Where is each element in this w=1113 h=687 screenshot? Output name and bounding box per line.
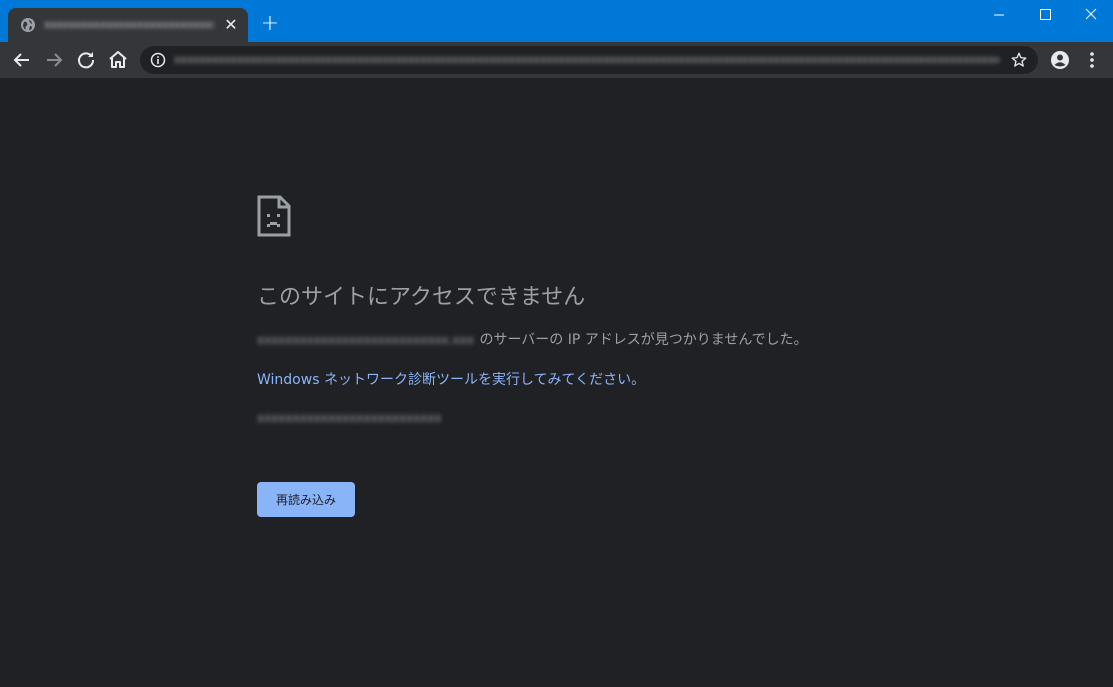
reload-button[interactable]: 再読み込み [257, 482, 355, 517]
title-bar: xxxxxxxxxxxxxxxxxxxxxxxxxxxx.xxx ✕ + [0, 0, 1113, 42]
browser-tab[interactable]: xxxxxxxxxxxxxxxxxxxxxxxxxxxx.xxx ✕ [8, 8, 248, 42]
home-icon[interactable] [106, 48, 130, 72]
back-arrow-icon[interactable] [10, 48, 34, 72]
profile-avatar-icon[interactable] [1049, 49, 1071, 71]
browser-toolbar: xxxxxxxxxxxxxxxxxxxxxxxxxxxxxxxxxxxxxxxx… [0, 42, 1113, 78]
info-icon[interactable] [150, 52, 166, 68]
star-icon[interactable] [1010, 51, 1028, 69]
close-window-icon[interactable] [1068, 0, 1113, 30]
tab-close-icon[interactable]: ✕ [222, 16, 240, 34]
network-diagnostics-link[interactable]: Windows ネットワーク診断ツールを実行してみてください。 [257, 370, 645, 390]
new-tab-button[interactable]: + [258, 12, 282, 36]
sad-page-icon [257, 195, 291, 237]
reload-icon[interactable] [74, 48, 98, 72]
error-message-text: のサーバーの IP アドレスが見つかりませんでした。 [475, 332, 808, 348]
maximize-icon[interactable] [1022, 0, 1068, 30]
error-page: このサイトにアクセスできません xxxxxxxxxxxxxxxxxxxxxxxx… [0, 78, 1113, 687]
error-message: xxxxxxxxxxxxxxxxxxxxxxxxxxx.xxx のサーバーの I… [257, 330, 977, 350]
error-title: このサイトにアクセスできません [257, 285, 586, 310]
minimize-icon[interactable] [976, 0, 1022, 30]
globe-icon [21, 18, 35, 32]
more-menu-icon[interactable] [1084, 49, 1100, 71]
address-bar[interactable]: xxxxxxxxxxxxxxxxxxxxxxxxxxxxxxxxxxxxxxxx… [140, 46, 1038, 74]
server-hostname: xxxxxxxxxxxxxxxxxxxxxxxxxxx.xxx [257, 333, 474, 347]
url-text[interactable]: xxxxxxxxxxxxxxxxxxxxxxxxxxxxxxxxxxxxxxxx… [174, 52, 999, 68]
error-code: xxxxxxxxxxxxxxxxxxxxxxxxxx [257, 411, 442, 425]
forward-arrow-icon[interactable] [42, 48, 66, 72]
tab-title: xxxxxxxxxxxxxxxxxxxxxxxxxxxx.xxx [44, 18, 214, 31]
